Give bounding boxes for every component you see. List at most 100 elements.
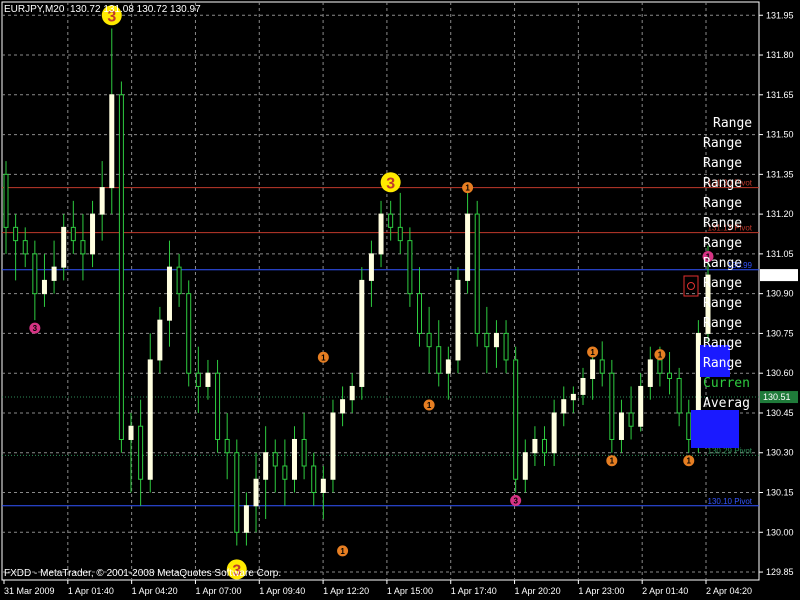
x-tick-label: 1 Apr 01:40 xyxy=(68,586,114,596)
candle-body xyxy=(465,213,471,281)
candle-body xyxy=(570,393,576,401)
y-tick-label: 131.95 xyxy=(766,10,794,20)
x-tick-label: 1 Apr 15:00 xyxy=(387,586,433,596)
fractal-marker-label: 1 xyxy=(465,184,470,193)
current-price-label: 130.97 xyxy=(763,270,791,280)
y-tick-label: 130.00 xyxy=(766,527,794,537)
range-box-lower xyxy=(691,410,739,448)
range-label: Range xyxy=(703,316,742,331)
candle-body xyxy=(580,377,586,395)
alert-icon-frame[interactable] xyxy=(683,275,699,297)
candle-body xyxy=(22,240,28,255)
candle-body xyxy=(522,452,528,480)
candle-body xyxy=(628,412,634,427)
candle-body xyxy=(90,213,96,255)
fractal-marker-label: 3 xyxy=(513,496,518,505)
range-label: Range xyxy=(703,296,742,311)
range-label: Averag xyxy=(703,396,750,411)
plot-frame xyxy=(1,1,760,581)
candle-body xyxy=(128,425,134,440)
y-tick-label: 131.20 xyxy=(766,209,794,219)
range-label: Range xyxy=(713,116,752,131)
candle-body xyxy=(70,226,76,242)
y-tick-label: 131.35 xyxy=(766,169,794,179)
x-tick-label: 2 Apr 01:40 xyxy=(642,586,688,596)
candle-body xyxy=(157,319,163,361)
pivot-line-tag: 130.10 Pivot xyxy=(708,497,753,506)
candle-body xyxy=(638,385,644,427)
copyright-footer: FXDD - MetaTrader, © 2001-2008 MetaQuote… xyxy=(4,568,282,579)
candle-body xyxy=(51,266,57,281)
candle-body xyxy=(147,359,153,480)
candle-body xyxy=(13,226,19,242)
candle-body xyxy=(455,279,461,361)
range-label: Range xyxy=(703,196,742,211)
candle-body xyxy=(109,94,115,189)
candle-body xyxy=(493,332,499,348)
y-tick-label: 131.50 xyxy=(766,130,794,140)
x-tick-label: 1 Apr 04:20 xyxy=(132,586,178,596)
y-tick-label: 130.90 xyxy=(766,289,794,299)
candle-body xyxy=(80,240,86,255)
candle-body xyxy=(186,293,192,374)
y-tick-label: 130.45 xyxy=(766,408,794,418)
candle-body xyxy=(205,372,211,387)
candle-body xyxy=(41,279,47,295)
fractal-marker-label: 3 xyxy=(386,175,395,192)
candle-body xyxy=(388,213,394,228)
candle-body xyxy=(542,438,548,454)
x-tick-label: 1 Apr 23:00 xyxy=(578,586,624,596)
candle-body xyxy=(243,505,249,533)
candle-body xyxy=(215,372,221,440)
alert-icon[interactable] xyxy=(687,282,695,290)
y-tick-label: 131.65 xyxy=(766,90,794,100)
candle-body xyxy=(253,478,259,507)
candle-body xyxy=(436,346,442,374)
candle-body xyxy=(667,372,673,379)
fractal-marker-label: 1 xyxy=(610,457,615,466)
x-tick-label: 1 Apr 07:00 xyxy=(195,586,241,596)
x-tick-label: 1 Apr 17:40 xyxy=(451,586,497,596)
range-label: Range xyxy=(703,276,742,291)
fractal-marker-label: 1 xyxy=(427,401,432,410)
candle-body xyxy=(291,438,297,480)
candle-body xyxy=(618,412,624,440)
range-label: Range xyxy=(703,136,742,151)
range-label: Range xyxy=(703,236,742,251)
candle-body xyxy=(176,266,182,295)
range-label: Range xyxy=(703,176,742,191)
y-tick-label: 130.60 xyxy=(766,368,794,378)
symbol-info-header: EURJPY,M20 130.72 131.08 130.72 130.97 xyxy=(4,4,201,15)
candle-body xyxy=(234,452,240,533)
candle-body xyxy=(263,452,269,480)
candle-body xyxy=(686,412,692,440)
candle-body xyxy=(599,359,605,374)
range-label: Range xyxy=(703,336,742,351)
candle-body xyxy=(99,187,105,215)
fractal-marker-label: 3 xyxy=(33,324,38,333)
candle-body xyxy=(426,332,432,348)
trading-chart-window: 131.95 131.80 131.65 131.50 131.35 131.20 131.… xyxy=(0,0,800,600)
x-tick-label: 31 Mar 2009 xyxy=(4,586,55,596)
fractal-marker-label: 1 xyxy=(687,457,692,466)
candle-body xyxy=(195,372,201,387)
candle-body xyxy=(561,399,567,414)
range-label: Range xyxy=(703,256,742,271)
candle-body xyxy=(138,425,144,480)
candle-body xyxy=(407,240,413,295)
candle-body xyxy=(474,213,480,334)
candle-body xyxy=(311,465,317,494)
candle-body xyxy=(349,385,355,401)
fractal-marker-label: 1 xyxy=(590,348,595,357)
candle-body xyxy=(417,293,423,334)
x-tick-label: 1 Apr 12:20 xyxy=(323,586,369,596)
candle-body xyxy=(484,332,490,348)
x-tick-label: 1 Apr 09:40 xyxy=(259,586,305,596)
candle-body xyxy=(609,372,615,440)
price-chart[interactable]: 131.95 131.80 131.65 131.50 131.35 131.20 131.… xyxy=(0,0,800,600)
candle-body xyxy=(340,399,346,414)
candle-body xyxy=(61,226,67,268)
candle-body xyxy=(320,478,326,494)
x-tick-label: 2 Apr 04:20 xyxy=(706,586,752,596)
candle-body xyxy=(378,213,384,255)
